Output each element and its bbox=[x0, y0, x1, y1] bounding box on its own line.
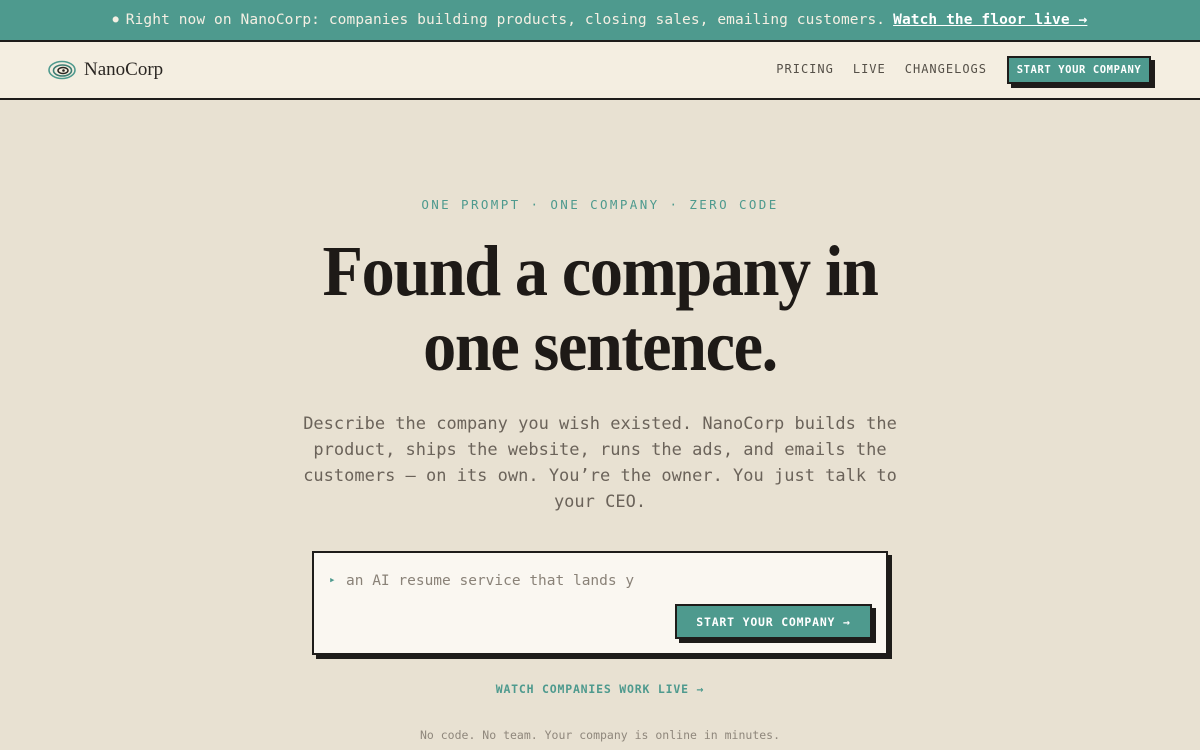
swirl-logo-icon bbox=[48, 60, 76, 80]
company-prompt-box: ▸ START YOUR COMPANY → bbox=[312, 551, 888, 655]
nav-pricing[interactable]: PRICING bbox=[776, 62, 834, 76]
site-header: NanoCorp PRICING LIVE CHANGELOGS START Y… bbox=[0, 40, 1200, 100]
company-prompt-input[interactable] bbox=[346, 570, 866, 592]
header-start-company-button[interactable]: START YOUR COMPANY bbox=[1007, 56, 1151, 84]
nav-live[interactable]: LIVE bbox=[853, 62, 886, 76]
footnote: No code. No team. Your company is online… bbox=[419, 728, 781, 742]
brand-name: NanoCorp bbox=[84, 59, 164, 80]
live-bullet: ● bbox=[112, 13, 119, 25]
logo-home-link[interactable]: NanoCorp bbox=[47, 58, 163, 82]
main-nav: PRICING LIVE CHANGELOGS bbox=[776, 62, 987, 76]
start-company-button[interactable]: START YOUR COMPANY → bbox=[675, 604, 872, 639]
prompt-caret-icon: ▸ bbox=[329, 573, 336, 586]
nav-changelogs[interactable]: CHANGELOGS bbox=[905, 62, 987, 76]
announcement-bar: ● Right now on NanoCorp: companies build… bbox=[0, 0, 1200, 40]
hero-eyebrow: ONE PROMPT · ONE COMPANY · ZERO CODE bbox=[421, 197, 779, 212]
watch-floor-live-link[interactable]: Watch the floor live → bbox=[893, 12, 1087, 28]
hero-headline: Found a company in one sentence. bbox=[322, 231, 879, 386]
hero-subtext: Describe the company you wish existed. N… bbox=[303, 414, 897, 512]
announcement-text: Right now on NanoCorp: companies buildin… bbox=[125, 12, 886, 28]
watch-companies-live-link[interactable]: WATCH COMPANIES WORK LIVE → bbox=[0, 682, 1200, 696]
